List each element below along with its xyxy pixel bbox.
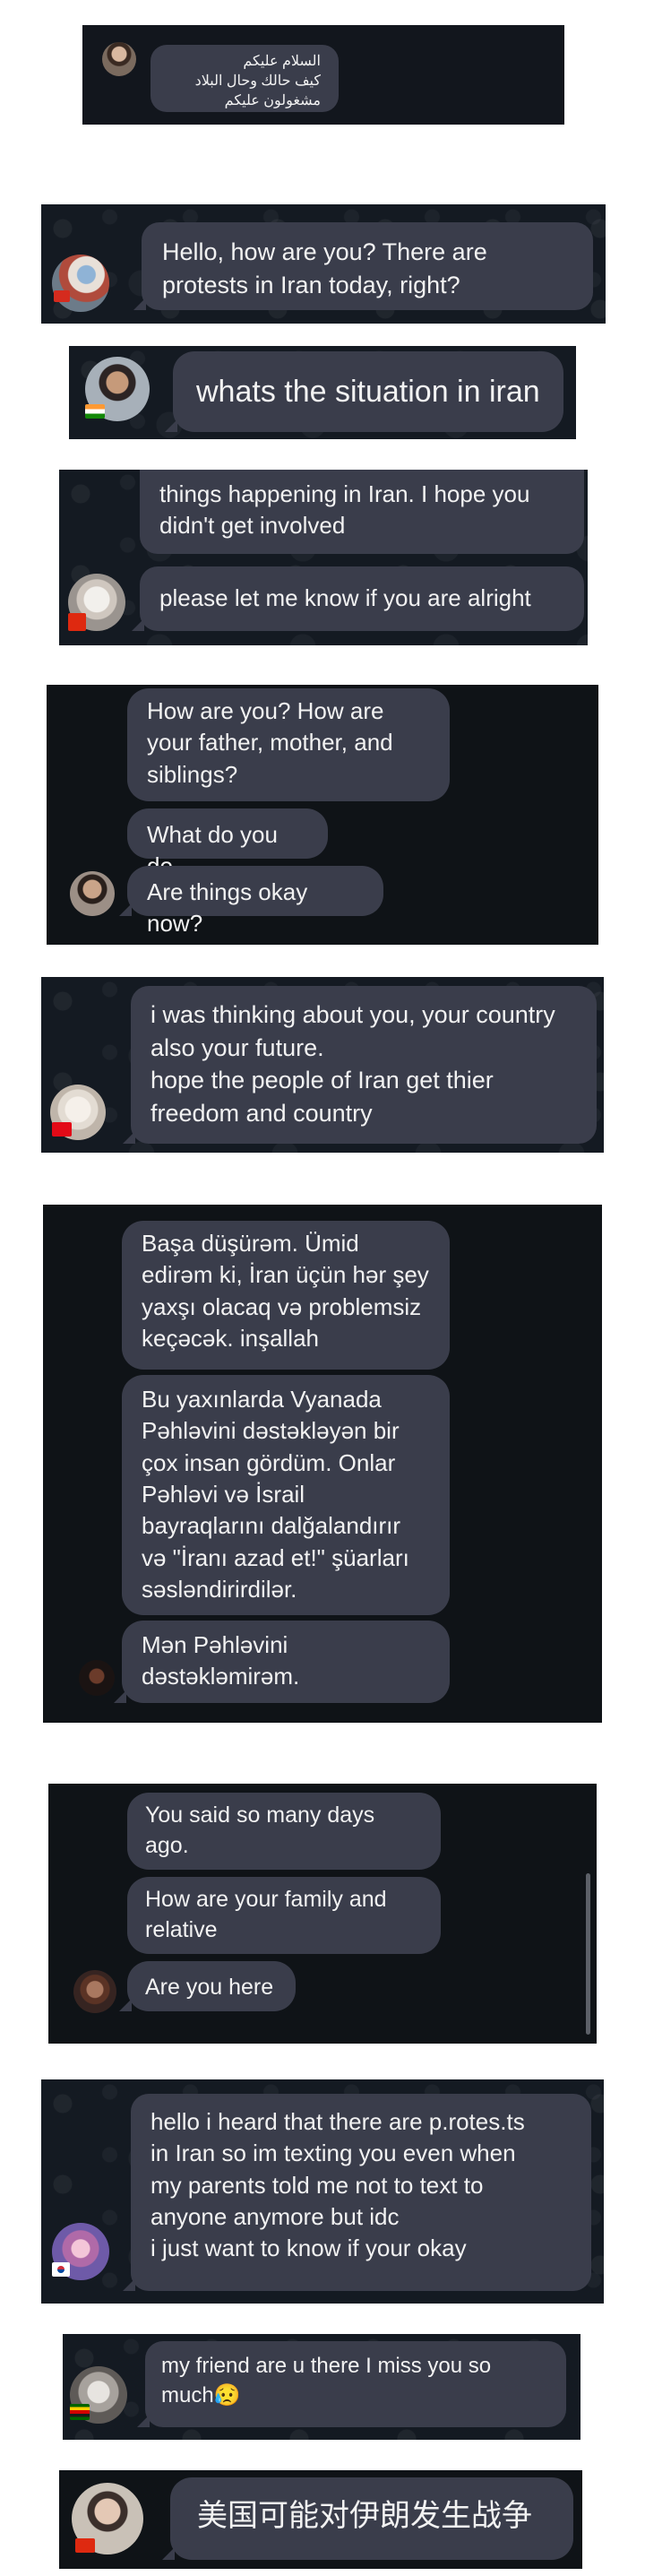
message-bubble[interactable]: please let me know if you are alright xyxy=(132,566,584,631)
message-bubble[interactable]: Are you here xyxy=(119,1961,296,2011)
avatar[interactable] xyxy=(52,255,109,312)
turkey-flag-icon xyxy=(52,1122,72,1137)
chat-screenshot-8: You said so many days ago. How are your … xyxy=(48,1784,597,2044)
chat-screenshot-6: i was thinking about you, your country a… xyxy=(41,977,604,1153)
chat-screenshot-9: hello i heard that there are p.rotes.ts … xyxy=(41,2079,604,2304)
red-flag-icon xyxy=(54,290,70,302)
chat-screenshot-4: things happening in Iran. I hope you did… xyxy=(59,470,588,645)
message-bubble[interactable]: 美国可能对伊朗发生战争 xyxy=(162,2477,573,2560)
zimbabwe-flag-icon xyxy=(70,2404,90,2420)
message-bubble[interactable]: hello i heard that there are p.rotes.ts … xyxy=(123,2094,591,2291)
chat-screenshot-10: my friend are u there I miss you so much… xyxy=(63,2334,580,2440)
message-bubble[interactable]: things happening in Iran. I hope you did… xyxy=(140,470,584,554)
message-bubble[interactable]: Are things okay now? xyxy=(119,866,383,937)
message-bubble[interactable]: You said so many days ago. xyxy=(127,1793,441,1870)
message-bubble[interactable]: Hello, how are you? There are protests i… xyxy=(133,222,593,310)
avatar[interactable] xyxy=(79,1660,115,1696)
message-bubble[interactable]: i was thinking about you, your country a… xyxy=(123,986,597,1144)
message-bubble[interactable]: How are your family and relative xyxy=(127,1877,441,1954)
message-bubble[interactable]: How are you? How are your father, mother… xyxy=(127,688,450,801)
avatar[interactable] xyxy=(73,1970,116,2013)
chat-screenshot-1: السلام عليكم كيف حالك وحال البلاد مشغولو… xyxy=(82,25,564,125)
avatar[interactable] xyxy=(102,42,136,76)
message-bubble[interactable]: Bu yaxınlarda Vyanada Pəhləvini dəstəklə… xyxy=(122,1375,450,1615)
scrollbar[interactable] xyxy=(586,1873,590,2035)
chat-screenshot-5: How are you? How are your father, mother… xyxy=(47,685,598,945)
red-flag-icon xyxy=(68,613,86,631)
message-bubble[interactable]: my friend are u there I miss you so much… xyxy=(137,2341,566,2427)
message-bubble[interactable]: Başa düşürəm. Ümid edirəm ki, İran üçün … xyxy=(122,1221,450,1370)
chat-screenshot-7: Başa düşürəm. Ümid edirəm ki, İran üçün … xyxy=(43,1205,602,1723)
chat-screenshot-11: 美国可能对伊朗发生战争 xyxy=(59,2470,582,2569)
chat-screenshot-2: Hello, how are you? There are protests i… xyxy=(41,204,606,324)
korea-flag-icon xyxy=(52,2262,70,2277)
avatar[interactable] xyxy=(70,871,115,916)
message-bubble[interactable]: Mən Pəhləvini dəstəkləmirəm. xyxy=(114,1621,450,1703)
message-bubble[interactable]: السلام عليكم كيف حالك وحال البلاد مشغولو… xyxy=(150,45,339,112)
message-bubble[interactable]: What do you do xyxy=(127,808,328,879)
china-flag-icon xyxy=(75,2538,95,2553)
india-flag-icon xyxy=(85,404,105,419)
chat-screenshot-3: whats the situation in iran xyxy=(69,346,576,439)
message-bubble[interactable]: whats the situation in iran xyxy=(165,351,563,432)
